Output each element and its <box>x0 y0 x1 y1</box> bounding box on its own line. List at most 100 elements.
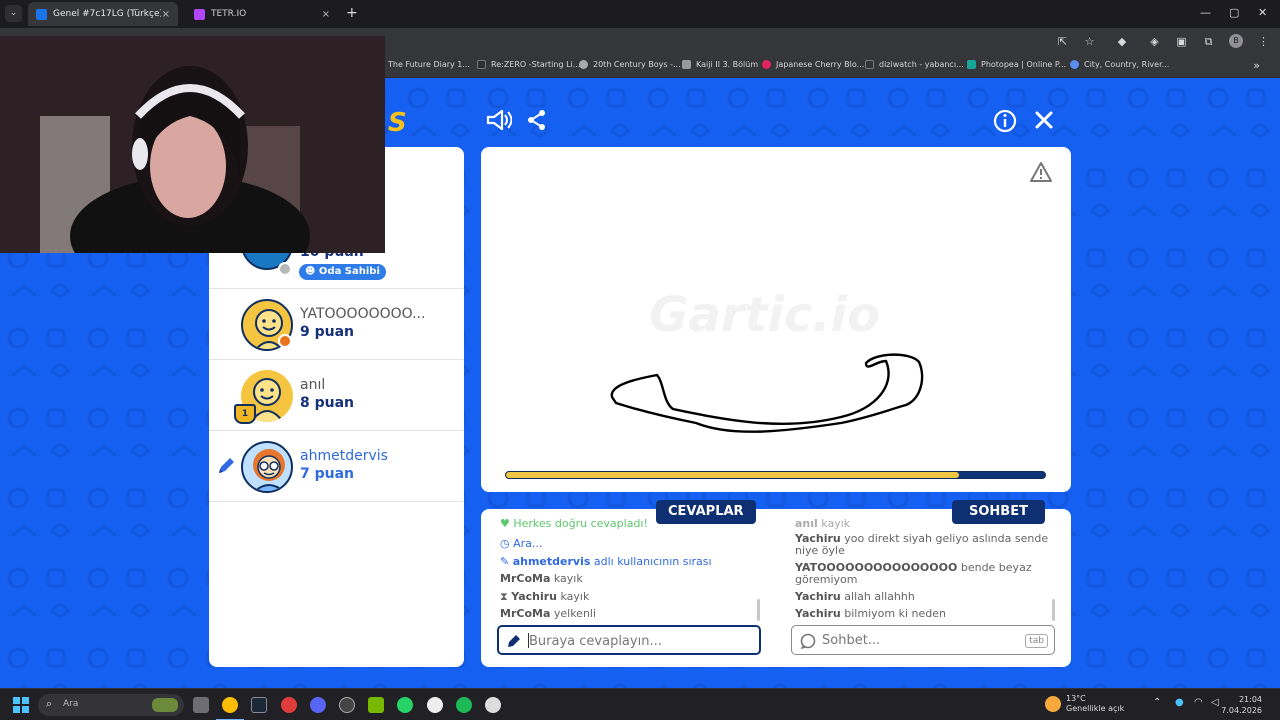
tab-key-hint: tab <box>1025 634 1048 648</box>
tray-overflow-icon[interactable]: ⌃ <box>1153 697 1161 708</box>
bookmark-item[interactable]: Kaiji II 3. Bölüm <box>682 60 758 69</box>
address-bar-actions: ⇱ ☆ ◆ ◈ ▣ ⧉ B ⋮ <box>1056 34 1270 48</box>
tab-close-icon[interactable]: × <box>162 9 170 20</box>
volume-icon[interactable]: ◁ <box>1211 697 1219 708</box>
answers-scrollbar[interactable] <box>757 599 760 621</box>
install-app-icon[interactable]: ⇱ <box>1056 35 1069 48</box>
player-name: ahmetdervis <box>300 448 388 464</box>
bookmark-item[interactable]: City, Country, River... <box>1070 60 1169 69</box>
app-icon[interactable] <box>427 697 443 713</box>
chat-message: Yachiru allah allahhh <box>795 590 915 603</box>
nvidia-icon[interactable] <box>368 697 384 713</box>
tab-chat[interactable]: SOHBET <box>952 500 1045 524</box>
bookmark-item[interactable]: The Future Diary 1... <box>388 60 470 69</box>
whatsapp-icon[interactable] <box>397 697 413 713</box>
webcam-overlay <box>0 36 385 253</box>
status-dot <box>278 334 292 348</box>
message-user: Yachiru <box>511 590 557 603</box>
room-owner-label: Oda Sahibi <box>318 266 380 277</box>
profile-avatar[interactable]: B <box>1229 34 1243 48</box>
trophy-icon: 1 <box>234 404 256 424</box>
pencil-icon <box>508 635 520 647</box>
bookmark-label: 20th Century Boys -... <box>593 60 681 69</box>
glasses-avatar-icon <box>253 449 285 491</box>
tab-answers[interactable]: CEVAPLAR <box>656 500 756 524</box>
player-row[interactable]: ahmetdervis 7 puan <box>209 432 464 502</box>
weather-desc: Genellikle açık <box>1066 704 1125 713</box>
bookmark-item[interactable]: Re:ZERO -Starting Li... <box>477 60 580 69</box>
new-tab-button[interactable]: + <box>346 5 358 21</box>
spotify-icon[interactable] <box>456 697 472 713</box>
speaker-icon[interactable] <box>486 109 512 131</box>
share-icon[interactable] <box>526 109 548 131</box>
bookmark-item[interactable]: Japanese Cherry Blo... <box>762 60 864 69</box>
extension-icon[interactable]: ◆ <box>1110 35 1134 48</box>
browser-tab-bar: ⌄ Genel #7c17LG (Türkçe) - Gartic × TETR… <box>0 0 1280 28</box>
message-text: Ara... <box>513 537 543 550</box>
player-row[interactable]: YATOOOOOOOO... 9 puan <box>209 290 464 360</box>
maximize-button[interactable]: ▢ <box>1229 6 1239 19</box>
player-row[interactable]: 1 anıl 8 puan <box>209 361 464 431</box>
drawing-canvas[interactable]: Gartic.io <box>481 147 1071 492</box>
answer-message: ♥ Herkes doğru cevapladı! <box>500 517 648 530</box>
bookmark-favicon-icon <box>682 60 691 69</box>
weather-widget[interactable]: 13°C Genellikle açık <box>1066 694 1124 714</box>
tab-tetrio-label: TETR.IO <box>211 9 247 19</box>
discord-icon[interactable] <box>310 697 326 713</box>
message-text: yelkenli <box>553 607 597 620</box>
answers-chat-box: ♥ Herkes doğru cevapladı! ◷ Ara... ✎ ahm… <box>481 509 1071 667</box>
extension-icon[interactable]: ◈ <box>1148 35 1161 48</box>
windows-start-icon[interactable] <box>13 697 29 713</box>
taskbar-search[interactable]: ⌕ Ara <box>38 694 184 716</box>
answer-message: MrCoMa yelkenli <box>500 607 596 620</box>
minimize-button[interactable]: — <box>1200 6 1211 19</box>
info-icon[interactable] <box>993 109 1017 133</box>
message-user: ahmetdervis <box>512 555 591 568</box>
search-highlight-icon <box>152 698 178 712</box>
windows-taskbar: ⌕ Ara 13°C Genellikle açık ⌃ ● ◠ ◁ 21:04… <box>0 688 1280 720</box>
bookmark-label: Kaiji II 3. Bölüm <box>696 60 759 69</box>
gartic-logo-fragment: S <box>388 108 407 138</box>
chatgpt-icon[interactable] <box>485 697 501 713</box>
heart-icon: ♥ <box>500 517 510 530</box>
bookmark-item[interactable]: Photopea | Online P... <box>967 60 1066 69</box>
system-clock[interactable]: 21:04 7.04.2026 <box>1221 694 1262 716</box>
extension-icon[interactable]: ▣ <box>1175 35 1188 48</box>
message-user: MrCoMa <box>500 607 551 620</box>
tab-search-button[interactable]: ⌄ <box>5 5 22 22</box>
message-user: Yachiru <box>795 607 841 620</box>
tetrio-favicon-icon <box>194 8 205 20</box>
browser-menu-icon[interactable]: ⋮ <box>1257 35 1270 48</box>
answer-input[interactable]: Buraya cevaplayın... <box>497 625 761 655</box>
tab-close-icon[interactable]: × <box>322 9 330 20</box>
webcam-person-image <box>0 36 385 253</box>
bookmark-item[interactable]: 20th Century Boys -... <box>579 60 681 69</box>
tab-gartic[interactable]: Genel #7c17LG (Türkçe) - Gartic × <box>28 2 178 26</box>
round-timer-fill <box>506 472 959 478</box>
player-avatar <box>241 441 293 493</box>
app-icon[interactable] <box>339 697 355 713</box>
weather-icon <box>1045 696 1061 712</box>
bookmark-star-icon[interactable]: ☆ <box>1083 35 1096 48</box>
bookmark-item[interactable]: diziwatch - yabancı... <box>865 60 964 69</box>
extensions-puzzle-icon[interactable]: ⧉ <box>1202 35 1215 48</box>
chat-message: Yachiru bilmiyom ki neden <box>795 607 946 620</box>
bookmark-favicon-icon <box>865 60 874 69</box>
steam-icon[interactable] <box>251 697 267 713</box>
message-user: Yachiru <box>795 590 841 603</box>
wifi-icon[interactable]: ◠ <box>1194 697 1203 708</box>
chrome-icon[interactable] <box>222 697 238 713</box>
bookmarks-overflow-button[interactable]: » <box>1253 59 1260 72</box>
microphone-icon[interactable]: ● <box>1175 697 1184 708</box>
tab-tetrio[interactable]: TETR.IO × <box>186 2 338 26</box>
chat-message: YATOOOOOOOOOOOOOOO bende beyaz göremiyom <box>795 562 1032 586</box>
app-icon[interactable] <box>281 697 297 713</box>
task-view-icon[interactable] <box>193 697 209 713</box>
chat-input[interactable]: Sohbet... tab <box>791 625 1055 655</box>
bookmark-label: The Future Diary 1... <box>388 60 471 69</box>
chat-scrollbar[interactable] <box>1052 599 1055 621</box>
message-text: Herkes doğru cevapladı! <box>513 517 648 530</box>
close-icon[interactable] <box>1034 110 1054 130</box>
chat-bubble-icon <box>800 633 816 649</box>
window-close-button[interactable]: ✕ <box>1258 6 1267 19</box>
